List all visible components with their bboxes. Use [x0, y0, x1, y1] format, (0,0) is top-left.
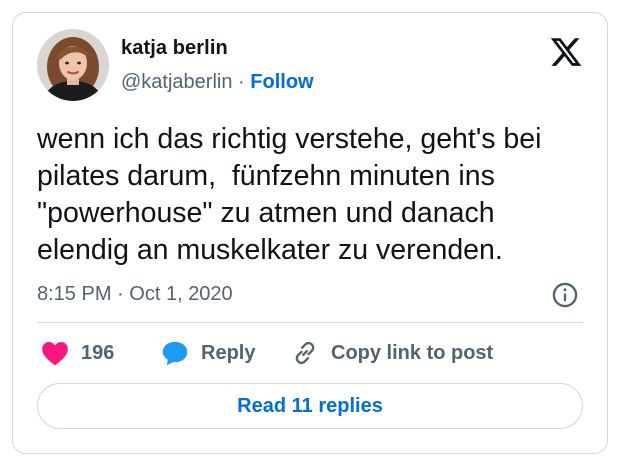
info-icon[interactable] [551, 281, 579, 309]
heart-icon [42, 342, 68, 366]
post-text: wenn ich das richtig verstehe, geht's be… [37, 123, 542, 266]
author-handle-row: @katjaberlin · Follow [121, 71, 314, 94]
avatar[interactable] [37, 29, 109, 101]
author-name[interactable]: katja berlin [121, 37, 228, 60]
follow-button[interactable]: Follow [250, 71, 313, 93]
copy-link-label: Copy link to post [331, 341, 494, 364]
timestamp-separator: · [117, 283, 124, 305]
post-timestamp[interactable]: 8:15 PM · Oct 1, 2020 [37, 283, 233, 306]
read-replies-label: Read 11 replies [237, 394, 383, 417]
divider [37, 322, 583, 323]
like-button[interactable]: 196 [41, 337, 114, 369]
copy-link-button[interactable]: Copy link to post [291, 337, 493, 369]
post-time: 8:15 PM [37, 283, 112, 305]
read-replies-button[interactable]: Read 11 replies [37, 383, 583, 429]
author-handle[interactable]: @katjaberlin [121, 71, 232, 93]
post-card: katja berlin @katjaberlin · Follow wenn … [12, 12, 608, 454]
x-logo-icon[interactable] [549, 35, 583, 69]
reply-button[interactable]: Reply [161, 337, 255, 369]
speech-bubble-icon [162, 341, 188, 366]
reply-label: Reply [201, 341, 256, 364]
post-date: Oct 1, 2020 [129, 283, 233, 305]
handle-separator: · [238, 71, 245, 93]
link-icon [295, 341, 315, 365]
like-count: 196 [81, 341, 115, 364]
